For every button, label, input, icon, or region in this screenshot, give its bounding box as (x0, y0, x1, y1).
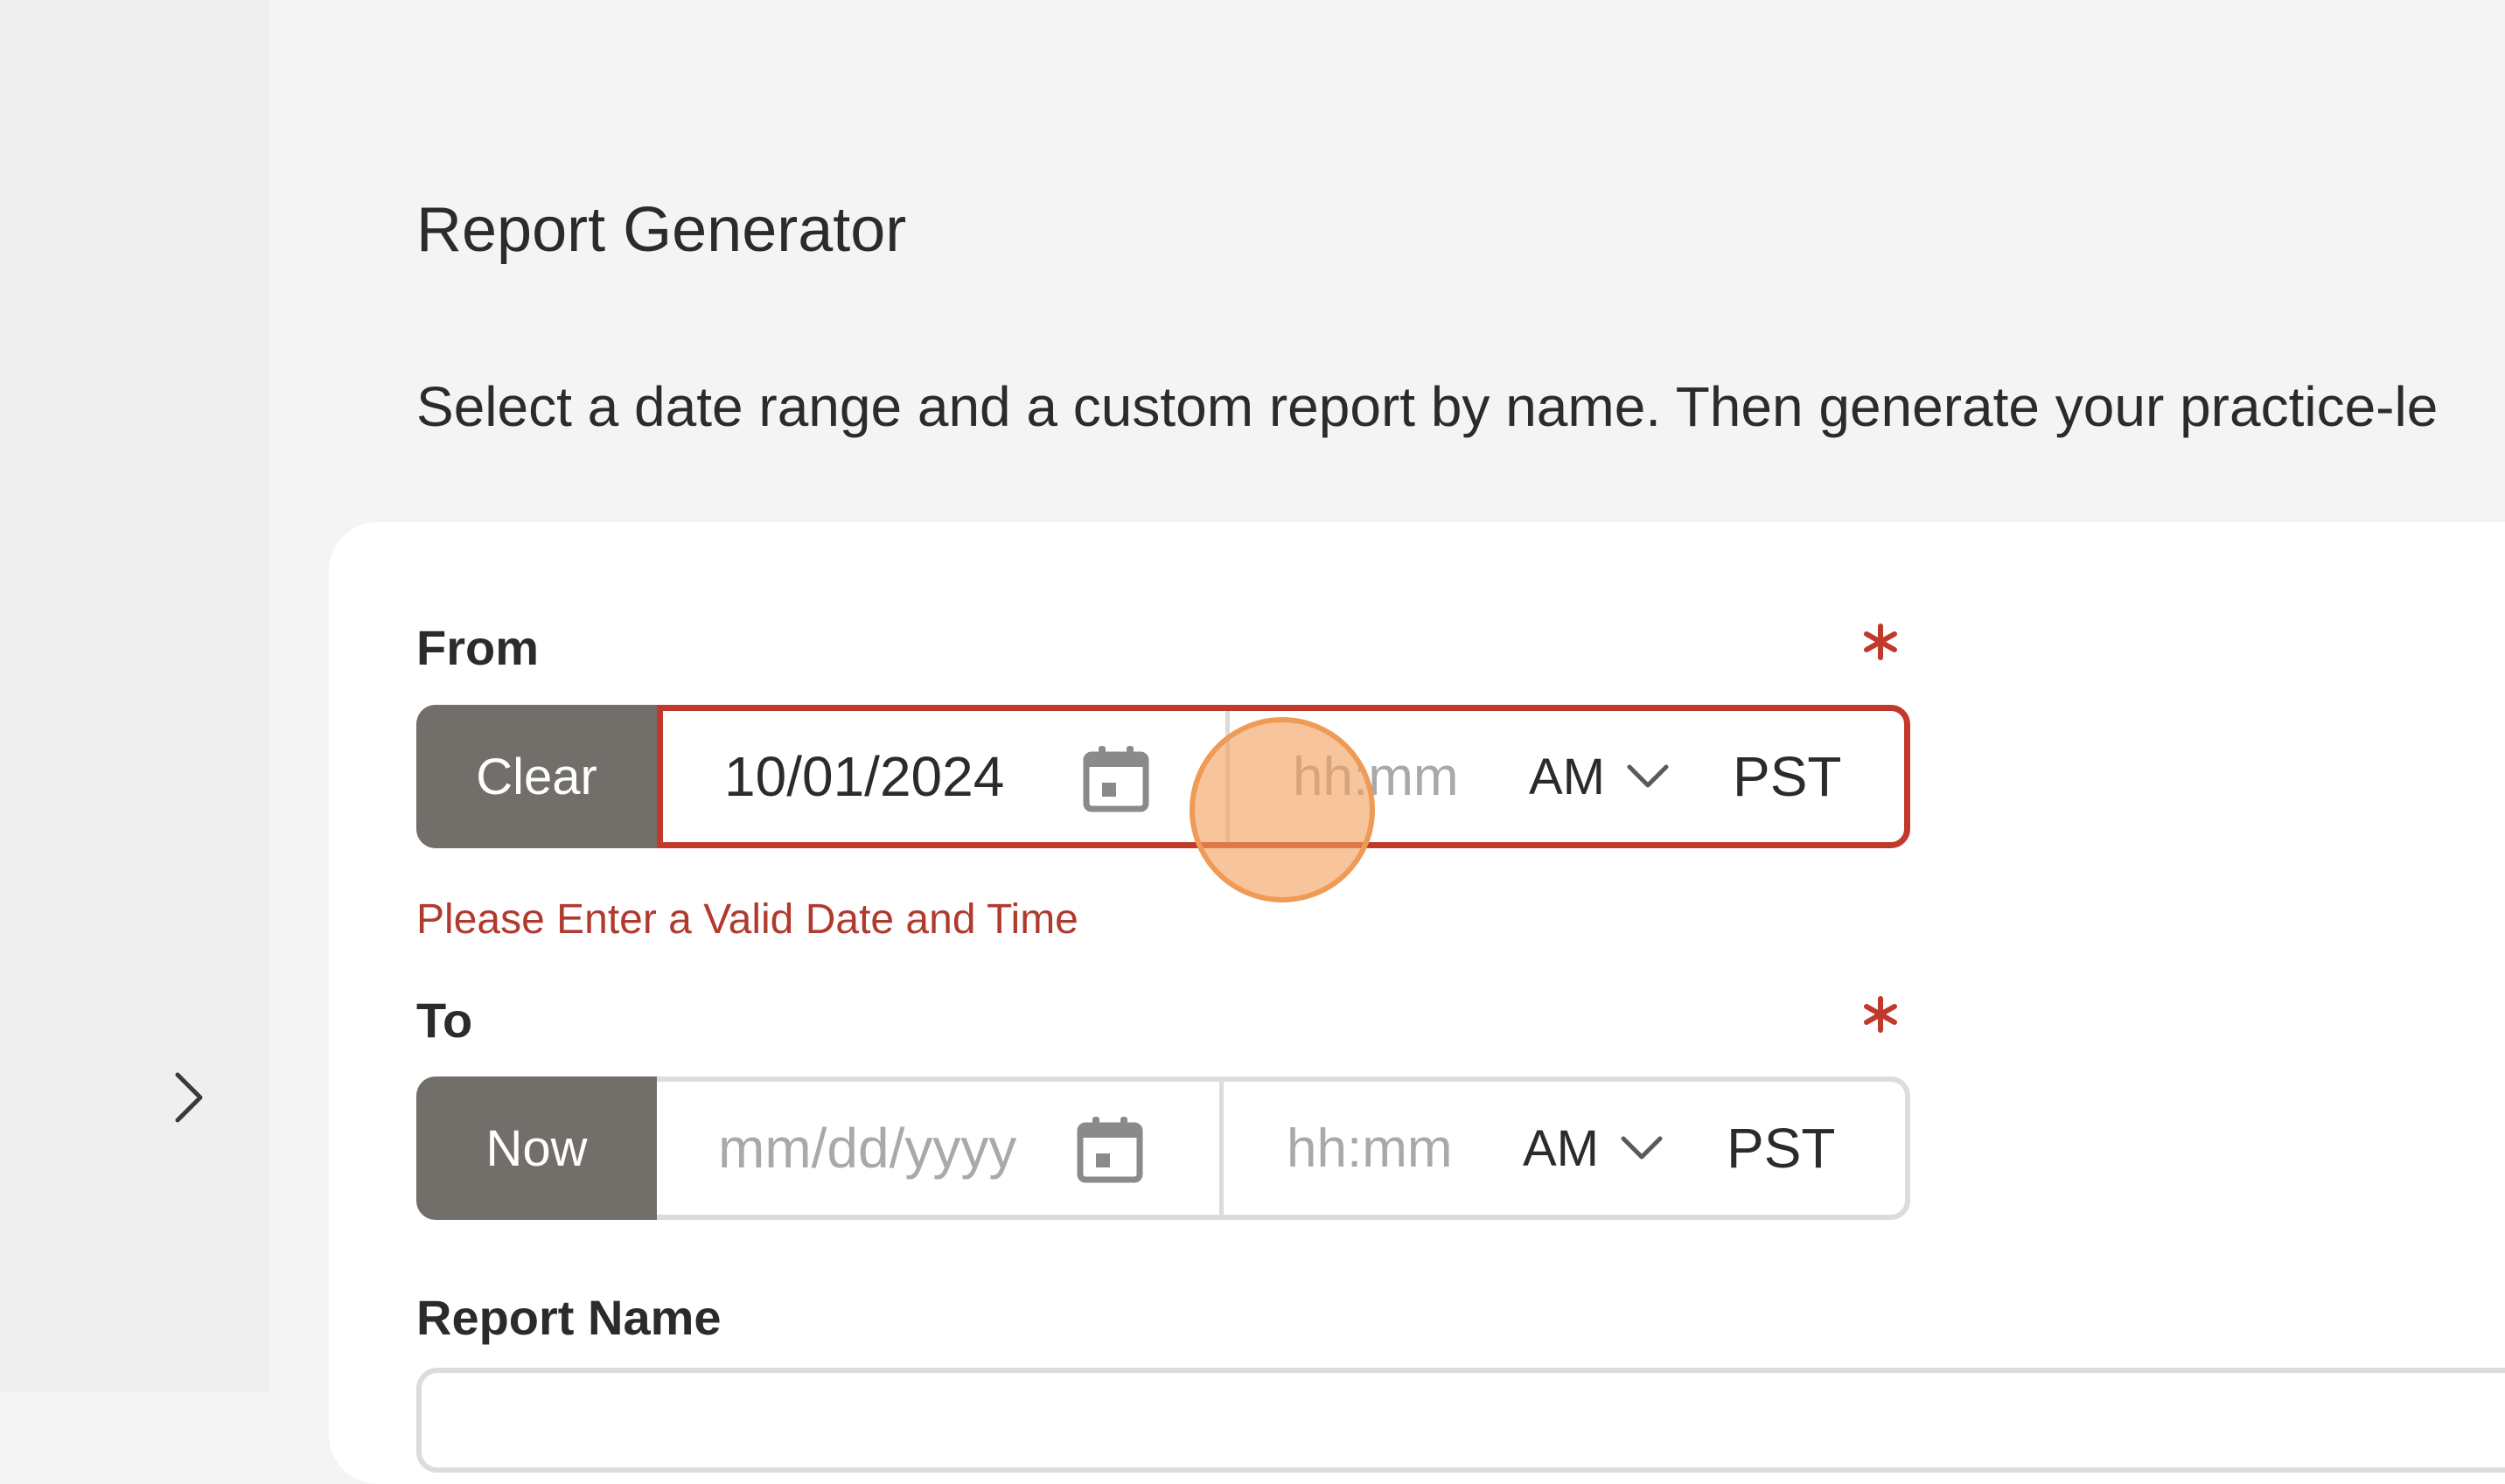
report-name-label: Report Name (416, 1290, 722, 1345)
calendar-icon[interactable] (1081, 744, 1151, 814)
required-asterisk-icon (1864, 624, 1897, 660)
chevron-down-icon (1627, 764, 1669, 788)
to-time-placeholder: hh:mm (1287, 1118, 1453, 1179)
to-ampm-select[interactable]: AM (1523, 1119, 1664, 1178)
now-button[interactable]: Now (416, 1076, 657, 1220)
to-date-input[interactable]: mm/dd/yyyy (657, 1082, 1224, 1215)
clear-button[interactable]: Clear (416, 705, 657, 848)
to-time-input[interactable]: hh:mm AM PST (1224, 1082, 1905, 1215)
from-label: From (416, 620, 539, 675)
page-title: Report Generator (416, 195, 907, 265)
from-date-value: 10/01/2024 (724, 745, 1005, 808)
to-label: To (416, 993, 473, 1048)
from-time-placeholder: hh:mm (1293, 746, 1459, 807)
to-datetime-group: Now mm/dd/yyyy hh:mm AM PST (416, 1076, 1910, 1220)
calendar-icon[interactable] (1075, 1115, 1145, 1185)
report-name-select[interactable] (416, 1368, 2505, 1473)
from-datetime-group: Clear 10/01/2024 hh:mm AM PST (416, 705, 1910, 848)
to-timezone: PST (1727, 1117, 1836, 1180)
from-datetime-fields: 10/01/2024 hh:mm AM PST (657, 705, 1910, 848)
from-timezone: PST (1733, 745, 1842, 808)
to-ampm-value: AM (1523, 1119, 1599, 1177)
to-date-placeholder: mm/dd/yyyy (718, 1117, 1017, 1180)
from-error-message: Please Enter a Valid Date and Time (416, 896, 1078, 943)
from-date-input[interactable]: 10/01/2024 (663, 711, 1230, 842)
from-ampm-value: AM (1529, 748, 1605, 805)
sidebar (0, 0, 269, 1392)
sidebar-expand-button[interactable] (166, 1071, 210, 1124)
to-datetime-fields: mm/dd/yyyy hh:mm AM PST (657, 1076, 1910, 1220)
page-description: Select a date range and a custom report … (416, 375, 2439, 438)
chevron-down-icon (1621, 1136, 1663, 1160)
required-asterisk-icon (1864, 996, 1897, 1033)
from-ampm-select[interactable]: AM (1529, 748, 1670, 806)
from-time-input[interactable]: hh:mm AM PST (1230, 711, 1904, 842)
chevron-right-icon (175, 1072, 203, 1123)
